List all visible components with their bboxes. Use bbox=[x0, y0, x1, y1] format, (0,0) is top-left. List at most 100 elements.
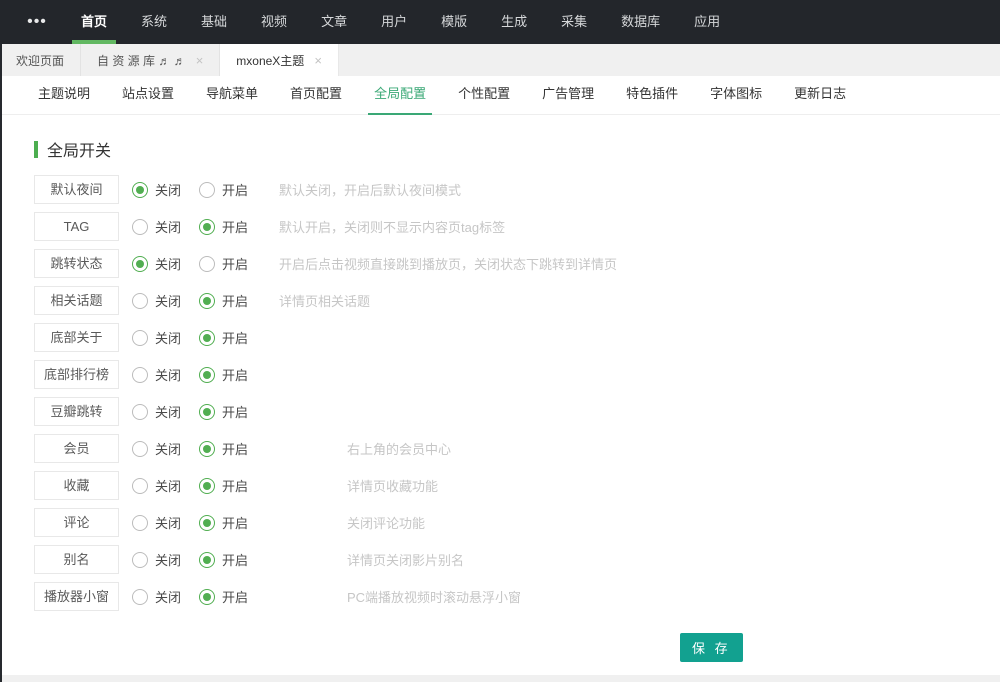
switch-row: 收藏关闭开启详情页收藏功能 bbox=[34, 471, 1000, 500]
radio-circle-icon bbox=[132, 330, 148, 346]
switch-description: 详情页相关话题 bbox=[279, 291, 370, 310]
subtab-8[interactable]: 字体图标 bbox=[700, 76, 772, 115]
switch-description: 右上角的会员中心 bbox=[347, 439, 451, 458]
section-accent-bar bbox=[34, 141, 38, 158]
radio-circle-icon bbox=[132, 441, 148, 457]
subtab-2[interactable]: 导航菜单 bbox=[196, 76, 268, 115]
radio-on[interactable]: 开启 bbox=[199, 180, 279, 199]
nav-item-6[interactable]: 模版 bbox=[429, 0, 479, 44]
switch-row: 相关话题 关闭开启详情页相关话题 bbox=[34, 286, 1000, 315]
subtab-4[interactable]: 全局配置 bbox=[364, 76, 436, 115]
top-navigation: 首页系统基础视频文章用户模版生成采集数据库应用 bbox=[64, 0, 737, 44]
radio-on[interactable]: 开启 bbox=[199, 513, 279, 532]
top-navbar: ••• 首页系统基础视频文章用户模版生成采集数据库应用 bbox=[0, 0, 1000, 44]
radio-circle-icon bbox=[199, 478, 215, 494]
radio-off[interactable]: 关闭 bbox=[132, 217, 199, 236]
radio-off[interactable]: 关闭 bbox=[132, 365, 199, 384]
nav-item-3[interactable]: 视频 bbox=[249, 0, 299, 44]
close-icon[interactable]: × bbox=[196, 54, 204, 67]
radio-on[interactable]: 开启 bbox=[199, 587, 279, 606]
radio-on-label: 开启 bbox=[222, 439, 248, 458]
subtab-3[interactable]: 首页配置 bbox=[280, 76, 352, 115]
radio-on[interactable]: 开启 bbox=[199, 439, 279, 458]
switch-row: 别名 关闭开启 详情页关闭影片别名 bbox=[34, 545, 1000, 574]
radio-on[interactable]: 开启 bbox=[199, 550, 279, 569]
subtab-0[interactable]: 主题说明 bbox=[28, 76, 100, 115]
radio-off-label: 关闭 bbox=[155, 550, 181, 569]
switch-row: 底部排行榜关闭开启 bbox=[34, 360, 1000, 389]
radio-circle-icon bbox=[199, 219, 215, 235]
switch-description: PC端播放视频时滚动悬浮小窗 bbox=[347, 587, 521, 606]
tab-label: mxoneX主题 bbox=[236, 52, 304, 69]
radio-circle-icon bbox=[132, 367, 148, 383]
radio-on[interactable]: 开启 bbox=[199, 254, 279, 273]
radio-circle-icon bbox=[132, 552, 148, 568]
radio-off[interactable]: 关闭 bbox=[132, 254, 199, 273]
theme-config-tabs: 主题说明站点设置导航菜单首页配置全局配置个性配置广告管理特色插件字体图标更新日志 bbox=[2, 76, 1000, 115]
close-icon[interactable]: × bbox=[314, 54, 322, 67]
radio-off[interactable]: 关闭 bbox=[132, 476, 199, 495]
radio-off[interactable]: 关闭 bbox=[132, 291, 199, 310]
switch-label: 评论 bbox=[34, 508, 119, 537]
radio-on[interactable]: 开启 bbox=[199, 291, 279, 310]
radio-off[interactable]: 关闭 bbox=[132, 439, 199, 458]
switch-label: TAG bbox=[34, 212, 119, 241]
radio-off-label: 关闭 bbox=[155, 180, 181, 199]
radio-off[interactable]: 关闭 bbox=[132, 402, 199, 421]
radio-off-label: 关闭 bbox=[155, 291, 181, 310]
global-switches-list: 默认夜间关闭开启默认关闭，开启后默认夜间模式TAG关闭开启默认开启，关闭则不显示… bbox=[34, 175, 1000, 611]
radio-on-label: 开启 bbox=[222, 180, 248, 199]
nav-item-8[interactable]: 采集 bbox=[549, 0, 599, 44]
nav-item-1[interactable]: 系统 bbox=[129, 0, 179, 44]
radio-circle-icon bbox=[132, 478, 148, 494]
radio-on[interactable]: 开启 bbox=[199, 217, 279, 236]
radio-off-label: 关闭 bbox=[155, 365, 181, 384]
nav-item-10[interactable]: 应用 bbox=[682, 0, 732, 44]
nav-item-5[interactable]: 用户 bbox=[369, 0, 419, 44]
radio-off[interactable]: 关闭 bbox=[132, 550, 199, 569]
radio-circle-icon bbox=[199, 589, 215, 605]
radio-off[interactable]: 关闭 bbox=[132, 328, 199, 347]
switch-description: 开启后点击视频直接跳到播放页，关闭状态下跳转到详情页 bbox=[279, 254, 617, 273]
switch-label: 跳转状态 bbox=[34, 249, 119, 278]
radio-on-label: 开启 bbox=[222, 587, 248, 606]
tab-label: 自 资 源 库 ♬ ♬ bbox=[97, 52, 186, 69]
switch-description: 详情页关闭影片别名 bbox=[347, 550, 464, 569]
radio-on[interactable]: 开启 bbox=[199, 365, 279, 384]
radio-on[interactable]: 开启 bbox=[199, 328, 279, 347]
subtab-9[interactable]: 更新日志 bbox=[784, 76, 856, 115]
content-area: 主题说明站点设置导航菜单首页配置全局配置个性配置广告管理特色插件字体图标更新日志… bbox=[2, 76, 1000, 675]
switch-row: 评论关闭开启关闭评论功能 bbox=[34, 508, 1000, 537]
subtab-7[interactable]: 特色插件 bbox=[616, 76, 688, 115]
radio-on[interactable]: 开启 bbox=[199, 476, 279, 495]
subtab-5[interactable]: 个性配置 bbox=[448, 76, 520, 115]
tab-0[interactable]: 欢迎页面 bbox=[0, 44, 81, 76]
nav-item-9[interactable]: 数据库 bbox=[609, 0, 672, 44]
tab-2[interactable]: mxoneX主题 × bbox=[220, 44, 339, 76]
radio-off[interactable]: 关闭 bbox=[132, 180, 199, 199]
switch-label: 别名 bbox=[34, 545, 119, 574]
radio-circle-icon bbox=[132, 515, 148, 531]
more-menu-icon[interactable]: ••• bbox=[22, 0, 52, 44]
bottom-strip bbox=[0, 675, 1000, 682]
radio-off[interactable]: 关闭 bbox=[132, 587, 199, 606]
nav-item-7[interactable]: 生成 bbox=[489, 0, 539, 44]
radio-on[interactable]: 开启 bbox=[199, 402, 279, 421]
tab-1[interactable]: 自 资 源 库 ♬ ♬ × bbox=[81, 44, 220, 76]
switch-row: 底部关于关闭开启 bbox=[34, 323, 1000, 352]
radio-circle-icon bbox=[199, 367, 215, 383]
subtab-1[interactable]: 站点设置 bbox=[112, 76, 184, 115]
switch-row: TAG关闭开启默认开启，关闭则不显示内容页tag标签 bbox=[34, 212, 1000, 241]
app-window: ••• 首页系统基础视频文章用户模版生成采集数据库应用 欢迎页面自 资 源 库 … bbox=[0, 0, 1000, 682]
radio-off[interactable]: 关闭 bbox=[132, 513, 199, 532]
radio-on-label: 开启 bbox=[222, 402, 248, 421]
radio-circle-icon bbox=[132, 256, 148, 272]
nav-item-0[interactable]: 首页 bbox=[69, 0, 119, 44]
nav-item-2[interactable]: 基础 bbox=[189, 0, 239, 44]
save-button[interactable]: 保 存 bbox=[680, 633, 743, 662]
subtab-6[interactable]: 广告管理 bbox=[532, 76, 604, 115]
switch-label: 相关话题 bbox=[34, 286, 119, 315]
section-header: 全局开关 bbox=[34, 139, 1000, 159]
radio-circle-icon bbox=[132, 404, 148, 420]
nav-item-4[interactable]: 文章 bbox=[309, 0, 359, 44]
